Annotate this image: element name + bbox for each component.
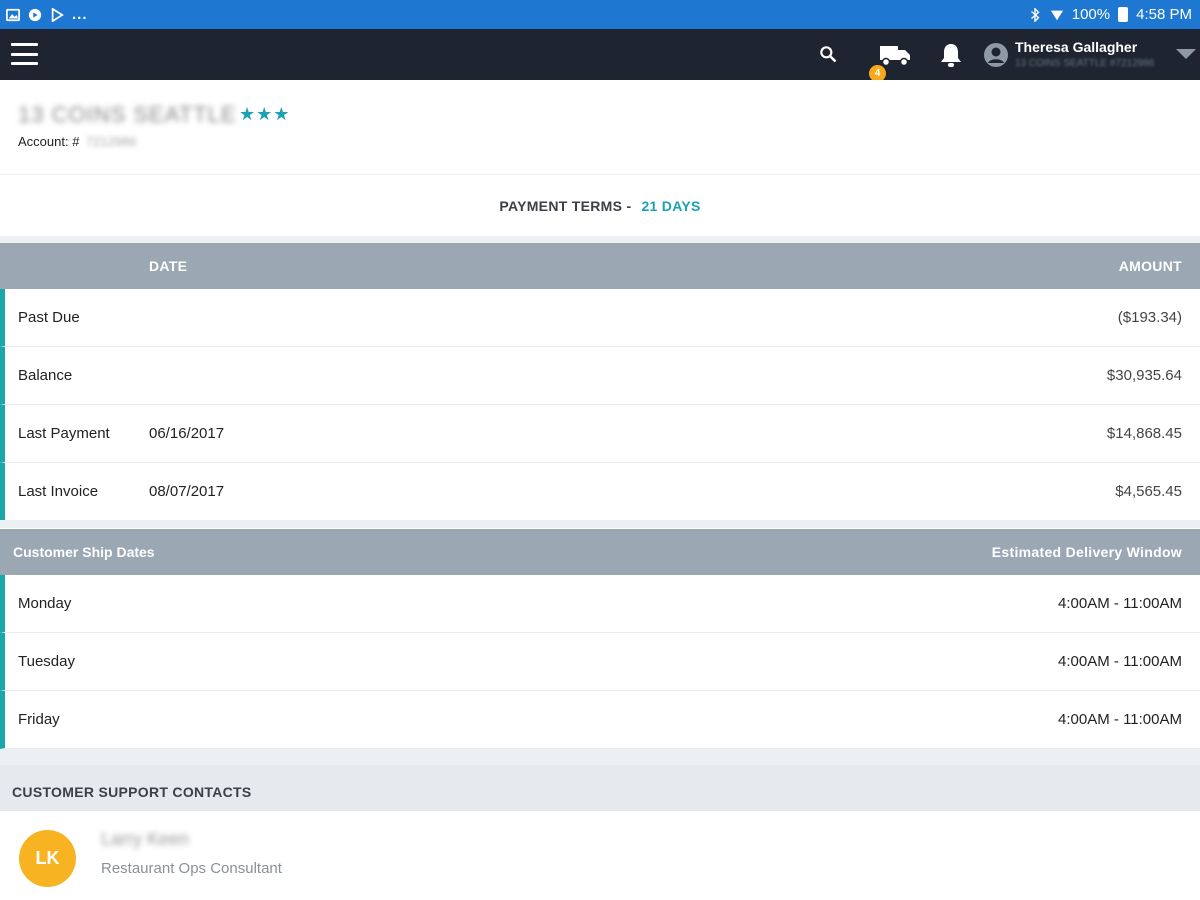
row-amount: ($193.34)	[1117, 309, 1182, 326]
search-icon[interactable]	[817, 43, 839, 65]
row-date: 06/16/2017	[149, 425, 225, 442]
hamburger-icon[interactable]	[11, 43, 38, 65]
battery-icon	[1118, 7, 1129, 22]
ship-day: Monday	[18, 595, 72, 612]
status-overflow: ...	[72, 6, 88, 23]
truck-icon[interactable]	[879, 41, 911, 67]
section-divider	[0, 749, 1200, 765]
row-label: Past Due	[18, 309, 80, 326]
row-amount: $14,868.45	[1106, 425, 1182, 442]
section-divider	[0, 236, 1200, 243]
status-bar: ... 100% 4:58 PM	[0, 0, 1200, 29]
ship-day: Friday	[18, 711, 60, 728]
delivery-window: 4:00AM - 11:00AM	[1058, 653, 1182, 670]
status-bar-left: ...	[6, 6, 88, 23]
row-label: Last Invoice	[18, 483, 99, 500]
app-bar: 4 Theresa Gallagher 13 COINS SEATTLE #72…	[0, 29, 1200, 82]
wifi-icon	[1050, 8, 1064, 22]
column-header-ship-dates: Customer Ship Dates	[13, 544, 155, 560]
account-name: 13 COINS SEATTLE	[18, 102, 237, 127]
bell-icon[interactable]	[938, 41, 964, 69]
table-row-past-due[interactable]: Past Due ($193.34)	[0, 289, 1200, 347]
payment-terms: PAYMENT TERMS - 21 DAYS	[0, 176, 1200, 236]
clock: 4:58 PM	[1136, 6, 1192, 23]
column-header-amount: AMOUNT	[1118, 258, 1182, 274]
play-store-icon	[50, 7, 64, 22]
column-header-delivery-window: Estimated Delivery Window	[991, 544, 1182, 560]
gallery-icon	[6, 8, 20, 22]
table-row-tuesday[interactable]: Tuesday 4:00AM - 11:00AM	[0, 633, 1200, 691]
contact-name: Larry Keen	[101, 829, 190, 849]
account-number: 7212986	[86, 134, 137, 149]
avatar[interactable]: LK	[19, 830, 76, 887]
circle-app-icon	[28, 8, 42, 22]
balances-table-header: DATE AMOUNT	[0, 243, 1200, 289]
delivery-window: 4:00AM - 11:00AM	[1058, 711, 1182, 728]
user-subtitle: 13 COINS SEATTLE #7212986	[1015, 58, 1155, 69]
column-header-date: DATE	[149, 258, 188, 274]
section-divider	[0, 520, 1200, 528]
table-row-last-payment[interactable]: Last Payment 06/16/2017 $14,868.45	[0, 405, 1200, 463]
payment-terms-value: 21 DAYS	[641, 198, 701, 214]
chevron-down-icon[interactable]	[1176, 49, 1196, 59]
payment-terms-label: PAYMENT TERMS -	[499, 198, 632, 214]
account-circle-icon[interactable]	[983, 42, 1009, 68]
delivery-window: 4:00AM - 11:00AM	[1058, 595, 1182, 612]
bluetooth-icon	[1028, 7, 1042, 22]
account-header: 13 COINS SEATTLE ★★★ Account: # 7212986	[0, 80, 1200, 175]
row-amount: $30,935.64	[1106, 367, 1182, 384]
row-amount: $4,565.45	[1115, 483, 1182, 500]
contact-role: Restaurant Ops Consultant	[101, 860, 282, 877]
ship-dates-table-header: Customer Ship Dates Estimated Delivery W…	[0, 529, 1200, 575]
support-contacts-heading: CUSTOMER SUPPORT CONTACTS	[0, 765, 1200, 811]
row-date: 08/07/2017	[149, 483, 225, 500]
table-row-last-invoice[interactable]: Last Invoice 08/07/2017 $4,565.45	[0, 463, 1200, 521]
row-label: Last Payment	[18, 425, 110, 442]
status-bar-right: 100% 4:58 PM	[1028, 6, 1192, 23]
table-row-monday[interactable]: Monday 4:00AM - 11:00AM	[0, 575, 1200, 633]
contact-item[interactable]: LK Larry Keen Restaurant Ops Consultant	[0, 811, 1200, 900]
table-row-friday[interactable]: Friday 4:00AM - 11:00AM	[0, 691, 1200, 749]
star-rating-icon: ★★★	[239, 104, 291, 124]
user-name[interactable]: Theresa Gallagher	[1015, 39, 1137, 55]
ship-day: Tuesday	[18, 653, 75, 670]
table-row-balance[interactable]: Balance $30,935.64	[0, 347, 1200, 405]
account-label: Account: #	[18, 134, 80, 149]
battery-percent: 100%	[1071, 6, 1111, 23]
row-label: Balance	[18, 367, 73, 384]
section-title: CUSTOMER SUPPORT CONTACTS	[12, 784, 252, 800]
